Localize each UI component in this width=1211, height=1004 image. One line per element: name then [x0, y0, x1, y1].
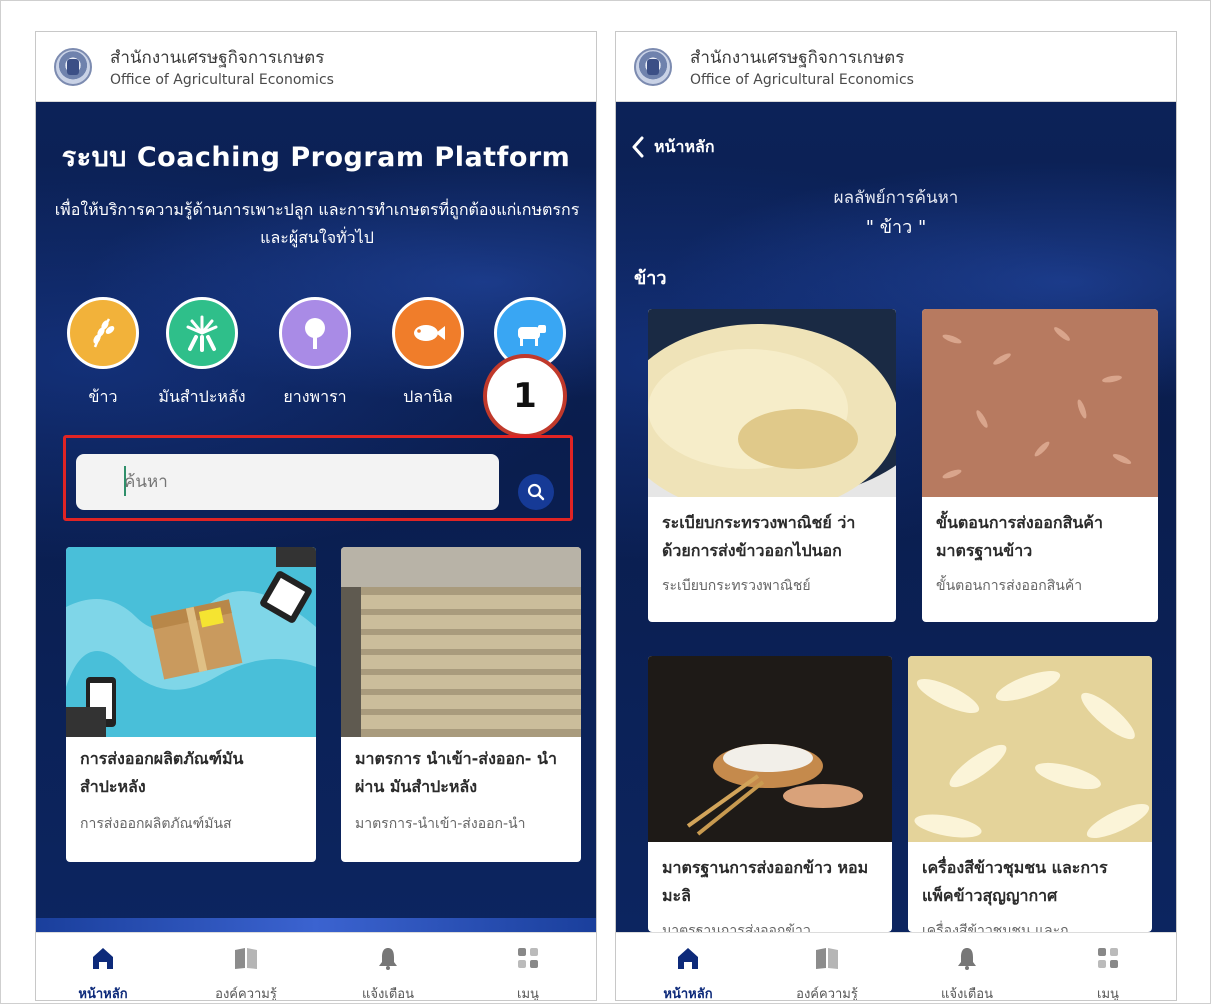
- oae-logo-icon: [54, 48, 92, 86]
- search-button[interactable]: [518, 474, 554, 510]
- category-rice[interactable]: [67, 297, 139, 369]
- nav-home-label: หน้าหลัก: [78, 987, 128, 1001]
- nav-notifications[interactable]: แจ้งเตือน: [333, 933, 443, 1001]
- home-icon: [678, 948, 698, 969]
- article-card[interactable]: การส่งออกผลิตภัณฑ์มัน สำปะหลัง การส่งออก…: [66, 547, 316, 862]
- home-screen: สำนักงานเศรษฐกิจการเกษตร Office of Agric…: [35, 31, 597, 1001]
- card-title: การส่งออกผลิตภัณฑ์มัน สำปะหลัง: [80, 749, 244, 796]
- nav-notifications[interactable]: แจ้งเตือน: [912, 933, 1022, 1001]
- category-rubber[interactable]: [279, 297, 351, 369]
- rice-icon: [93, 318, 115, 348]
- nav-knowledge[interactable]: องค์ความรู้: [772, 933, 882, 1001]
- category-label-rubber: ยางพารา: [283, 387, 347, 406]
- card-title: มาตรฐานการส่งออกข้าว หอมมะลิ: [662, 858, 869, 905]
- nav-home[interactable]: หน้าหลัก: [48, 933, 158, 1001]
- nav-knowledge[interactable]: องค์ความรู้: [191, 933, 301, 1001]
- category-label-rice: ข้าว: [88, 387, 118, 406]
- card-title: เครื่องสีข้าวชุมชน และการ แพ็คข้าวสุญญาก…: [922, 858, 1108, 905]
- nav-menu[interactable]: เมนู: [1053, 933, 1163, 1001]
- nav-knowledge-label: องค์ความรู้: [215, 987, 277, 1001]
- bell-icon: [379, 948, 397, 970]
- org-name-th: สำนักงานเศรษฐกิจการเกษตร: [110, 48, 325, 68]
- rice-bowl-image: [648, 309, 896, 497]
- book-icon: [816, 948, 838, 969]
- bottom-nav: หน้าหลัก องค์ความรู้ แจ้งเตือน เมนู: [36, 932, 596, 1001]
- org-name-en: Office of Agricultural Economics: [690, 72, 914, 88]
- back-label: หน้าหลัก: [654, 136, 715, 156]
- org-name-th: สำนักงานเศรษฐกิจการเกษตร: [690, 48, 905, 68]
- search-icon: [527, 483, 545, 501]
- menu-grid-icon: [518, 948, 538, 968]
- card-title: มาตรการ นำเข้า-ส่งออก- นำผ่าน มันสำปะหลั…: [355, 749, 557, 796]
- nav-home[interactable]: หน้าหลัก: [633, 933, 743, 1001]
- card-subtitle: การส่งออกผลิตภัณฑ์มันส: [80, 816, 232, 832]
- category-tilapia[interactable]: [392, 297, 464, 369]
- bottom-nav: หน้าหลัก องค์ความรู้ แจ้งเตือน เมนู: [616, 932, 1176, 1001]
- results-query: " ข้าว ": [865, 217, 927, 238]
- step-number-badge: 1: [483, 354, 567, 438]
- page-subtitle: เพื่อให้บริการความรู้ด้านการเพาะปลูก และ…: [54, 200, 580, 247]
- section-heading: ข้าว: [634, 268, 667, 289]
- nav-menu-label: เมนู: [1097, 987, 1119, 1001]
- cassava-icon: [186, 315, 218, 352]
- card-subtitle: ขั้นตอนการส่งออกสินค้า: [936, 578, 1083, 594]
- white-rice-image: [908, 656, 1152, 842]
- nav-home-label: หน้าหลัก: [663, 987, 713, 1001]
- category-cassava[interactable]: [166, 297, 238, 369]
- book-icon: [235, 948, 257, 969]
- menu-grid-icon: [1098, 948, 1118, 968]
- bell-icon: [958, 948, 976, 970]
- back-button[interactable]: หน้าหลัก: [630, 132, 715, 162]
- rubber-icon: [305, 318, 325, 349]
- org-name-en: Office of Agricultural Economics: [110, 72, 334, 88]
- card-subtitle: ระเบียบกระทรวงพาณิชย์: [662, 578, 811, 594]
- brown-rice-image: [922, 309, 1158, 497]
- fish-icon: [414, 325, 445, 341]
- article-card[interactable]: ขั้นตอนการส่งออกสินค้า มาตรฐานข้าว ขั้นต…: [922, 309, 1158, 622]
- sacks-warehouse-image: [341, 547, 581, 737]
- article-card[interactable]: มาตรการ นำเข้า-ส่งออก- นำผ่าน มันสำปะหลั…: [341, 547, 581, 862]
- article-card[interactable]: ระเบียบกระทรวงพาณิชย์ ว่า ด้วยการส่งข้าว…: [648, 309, 896, 622]
- search-input[interactable]: [76, 454, 499, 510]
- article-card[interactable]: มาตรฐานการส่งออกข้าว หอมมะลิ มาตรฐานการส…: [648, 656, 892, 932]
- flour-bowl-image: [648, 656, 892, 842]
- chevron-left-icon: [632, 136, 644, 158]
- nav-notifications-label: แจ้งเตือน: [941, 987, 993, 1001]
- category-label-cassava: มันสำปะหลัง: [158, 387, 246, 406]
- nav-menu-label: เมนู: [517, 987, 539, 1001]
- nav-knowledge-label: องค์ความรู้: [796, 987, 858, 1001]
- oae-logo-icon: [634, 48, 672, 86]
- card-title: ระเบียบกระทรวงพาณิชย์ ว่า ด้วยการส่งข้าว…: [662, 513, 856, 560]
- cow-icon: [518, 325, 546, 346]
- card-title: ขั้นตอนการส่งออกสินค้า มาตรฐานข้าว: [936, 513, 1103, 560]
- home-icon: [93, 948, 113, 969]
- app-header: สำนักงานเศรษฐกิจการเกษตร Office of Agric…: [36, 32, 596, 102]
- search-results-screen: สำนักงานเศรษฐกิจการเกษตร Office of Agric…: [615, 31, 1177, 1001]
- card-subtitle: เครื่องสีข้าวชุมชน และก: [922, 923, 1069, 932]
- screenshot-frame: สำนักงานเศรษฐกิจการเกษตร Office of Agric…: [0, 0, 1211, 1004]
- card-subtitle: มาตรการ-นำเข้า-ส่งออก-นำ: [355, 816, 526, 832]
- decorative-strip: [36, 918, 596, 932]
- card-subtitle: มาตรฐานการส่งออกข้าว: [662, 923, 811, 932]
- nav-notifications-label: แจ้งเตือน: [362, 987, 414, 1001]
- results-heading: ผลลัพย์การค้นหา: [833, 188, 959, 208]
- app-header: สำนักงานเศรษฐกิจการเกษตร Office of Agric…: [616, 32, 1176, 102]
- nav-menu[interactable]: เมนู: [473, 933, 583, 1001]
- article-card[interactable]: เครื่องสีข้าวชุมชน และการ แพ็คข้าวสุญญาก…: [908, 656, 1152, 932]
- page-title: ระบบ Coaching Program Platform: [61, 142, 571, 173]
- text-cursor: [124, 466, 126, 496]
- category-label-tilapia: ปลานิล: [403, 387, 453, 406]
- export-parcel-image: [66, 547, 316, 737]
